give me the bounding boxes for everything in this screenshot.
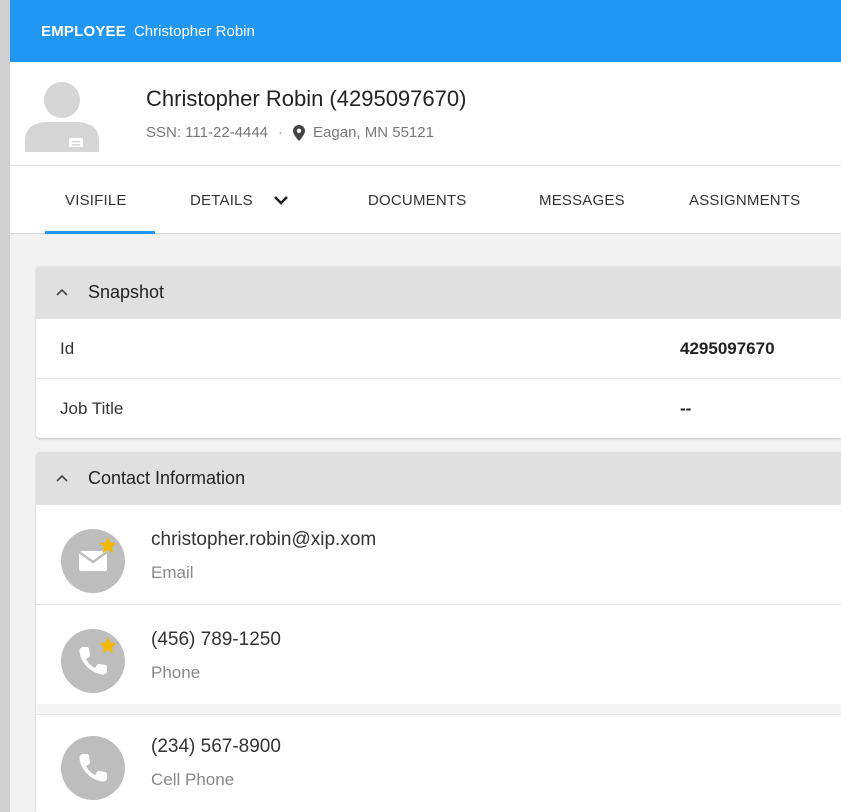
employee-header: Christopher Robin (4295097670) SSN: 111-…: [10, 62, 841, 166]
tab-visifile[interactable]: VISIFILE: [45, 166, 155, 234]
email-icon: [61, 529, 125, 593]
contact-row-phone[interactable]: (456) 789-1250 Phone: [36, 604, 841, 704]
contact-value: christopher.robin@xip.xom: [151, 529, 377, 550]
employee-subtitle: SSN: 111-22-4444 · Eagan, MN 55121: [146, 124, 434, 141]
tab-documents[interactable]: DOCUMENTS: [368, 166, 466, 234]
snapshot-header[interactable]: Snapshot: [36, 266, 841, 318]
contact-type: Cell Phone: [151, 770, 235, 789]
contact-value: (234) 567-8900: [151, 736, 281, 757]
field-label: Job Title: [60, 398, 124, 418]
tab-bar: VISIFILE DETAILS DOCUMENTS MESSAGES ASSI…: [10, 166, 841, 234]
tab-label: VISIFILE: [65, 191, 127, 209]
avatar-icon: [25, 82, 99, 152]
chevron-up-icon[interactable]: [56, 474, 68, 482]
field-value: --: [680, 398, 692, 418]
contact-header[interactable]: Contact Information: [36, 452, 841, 504]
top-bar: EMPLOYEE Christopher Robin: [10, 0, 841, 62]
contact-type: Phone: [151, 663, 201, 682]
tab-label: DOCUMENTS: [368, 191, 467, 209]
ssn-text: SSN: 111-22-4444: [146, 124, 269, 141]
left-rail: [0, 0, 10, 812]
tab-label: MESSAGES: [539, 191, 625, 209]
separator-dot: ·: [278, 124, 284, 141]
tab-label: ASSIGNMENTS: [689, 191, 801, 209]
record-name-label: Christopher Robin: [133, 22, 255, 40]
chevron-down-icon[interactable]: [273, 195, 289, 205]
contact-row-cell-phone[interactable]: (234) 567-8900 Cell Phone: [36, 704, 841, 812]
contact-title: Contact Information: [88, 467, 246, 488]
field-label: Id: [60, 338, 75, 358]
phone-icon: [61, 736, 125, 800]
employee-title: Christopher Robin (4295097670): [146, 86, 467, 111]
location-pin-icon: [293, 124, 306, 141]
snapshot-row-job-title: Job Title --: [36, 378, 841, 438]
location-text: Eagan, MN 55121: [313, 124, 434, 141]
record-type-label: EMPLOYEE: [41, 22, 126, 40]
contact-value: (456) 789-1250: [151, 629, 281, 650]
tab-label: DETAILS: [190, 191, 253, 209]
contact-card: Contact Information christopher.robin@xi…: [36, 452, 841, 812]
contact-row-email[interactable]: christopher.robin@xip.xom Email: [36, 504, 841, 604]
snapshot-card: Snapshot Id 4295097670 Job Title --: [36, 266, 841, 438]
chevron-up-icon[interactable]: [56, 288, 68, 296]
tab-messages[interactable]: MESSAGES: [539, 166, 625, 234]
snapshot-row-id: Id 4295097670: [36, 318, 841, 378]
contact-type: Email: [151, 563, 194, 582]
tab-assignments[interactable]: ASSIGNMENTS: [689, 166, 800, 234]
field-value: 4295097670: [680, 338, 775, 358]
phone-icon: [61, 629, 125, 693]
snapshot-title: Snapshot: [88, 281, 165, 302]
tab-details[interactable]: DETAILS: [190, 166, 289, 234]
